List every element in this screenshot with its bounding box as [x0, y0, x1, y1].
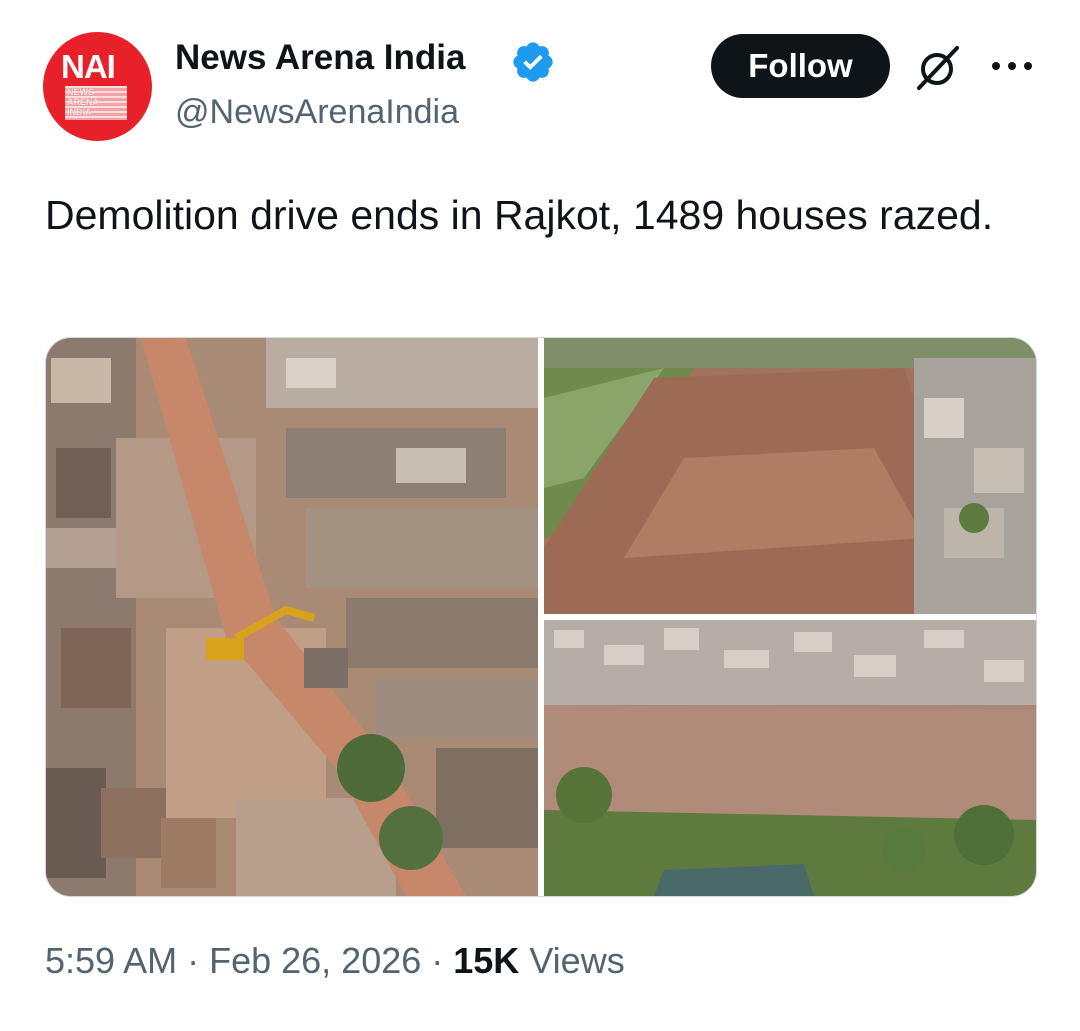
meta-separator: · [177, 940, 210, 981]
user-handle[interactable]: @NewsArenaIndia [175, 93, 459, 132]
tweet-time[interactable]: 5:59 AM [45, 940, 177, 981]
more-icon[interactable] [990, 58, 1034, 74]
grok-icon[interactable] [913, 44, 963, 92]
tweet-date[interactable]: Feb 26, 2026 [209, 940, 421, 981]
meta-separator: · [421, 940, 454, 981]
display-name[interactable]: News Arena India [175, 38, 465, 78]
photo-aerial-cleared-area-riverbank[interactable] [544, 338, 1036, 614]
follow-button[interactable]: Follow [711, 34, 890, 98]
photo-aerial-cleared-area-settlement[interactable] [544, 620, 1036, 896]
views-count: 15K [453, 940, 520, 981]
verified-badge-icon [513, 42, 553, 82]
media-grid[interactable] [45, 337, 1037, 897]
views-label: Views [519, 940, 625, 981]
tweet-meta: 5:59 AM · Feb 26, 2026 · 15K Views [45, 940, 625, 982]
avatar[interactable]: NAI NEWS ARENA INDIA [43, 32, 152, 141]
avatar-logo-subtext: NEWS ARENA INDIA [67, 87, 100, 117]
avatar-logo-text: NAI [61, 48, 116, 85]
tweet-text: Demolition drive ends in Rajkot, 1489 ho… [45, 192, 994, 238]
photo-aerial-demolition-street[interactable] [46, 338, 538, 896]
